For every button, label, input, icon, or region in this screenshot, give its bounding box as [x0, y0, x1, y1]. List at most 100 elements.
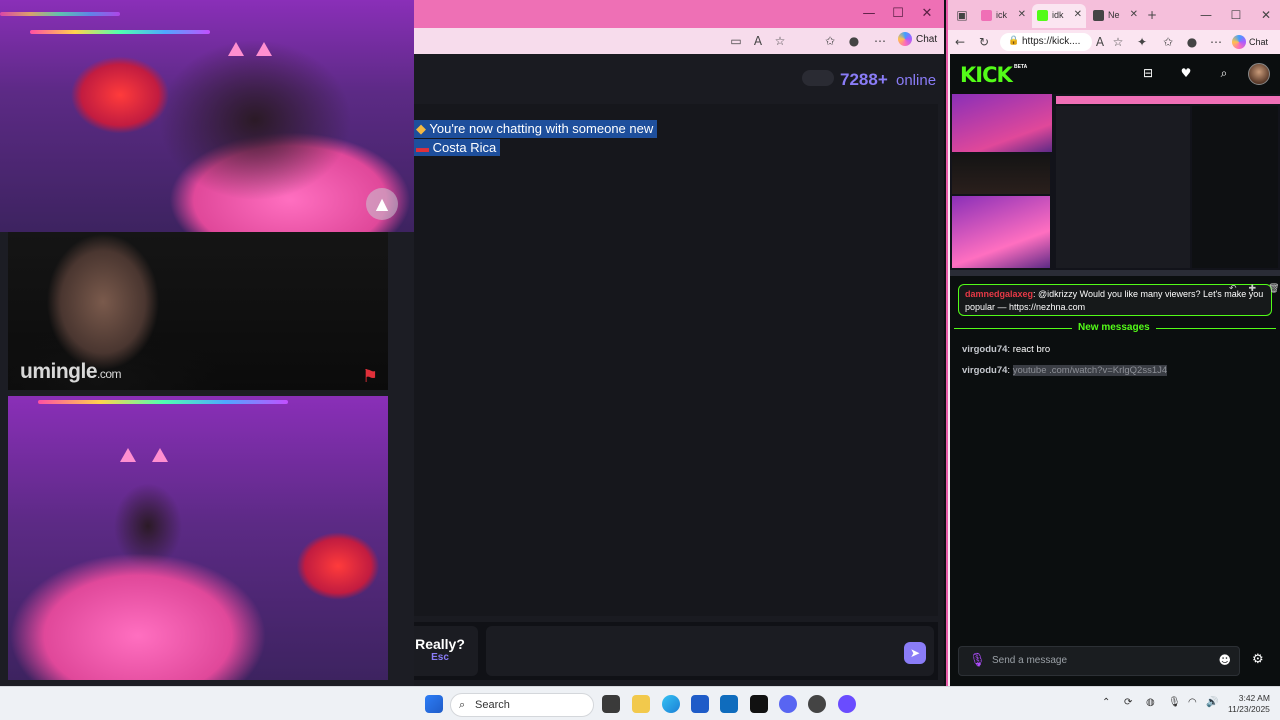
app-icon[interactable]	[808, 695, 826, 713]
led-strip	[0, 12, 120, 16]
chat-text: react bro	[1012, 344, 1051, 355]
report-flag-icon[interactable]: ⚑	[362, 366, 378, 387]
kick-logo[interactable]: KICK	[960, 63, 1013, 87]
outlook-icon[interactable]	[720, 695, 738, 713]
pinned-message: damnedgalaxeg: @idkrizzy Would you like …	[958, 283, 1280, 316]
stranger-video: umingle.com ⚑	[8, 232, 388, 390]
cat-ear	[120, 448, 136, 462]
online-toggle[interactable]	[802, 70, 834, 86]
clock-date: 11/23/2025	[1228, 704, 1270, 714]
emoji-icon[interactable]: ☻	[1218, 653, 1231, 667]
clock[interactable]: 3:42 AM 11/23/2025	[1228, 693, 1270, 715]
wifi-icon[interactable]: ◠	[1188, 697, 1197, 708]
search-icon[interactable]: ⌕	[1216, 66, 1232, 82]
tab-2-active[interactable]: idk ✕	[1032, 4, 1086, 28]
chat-username[interactable]: virgodu74	[962, 344, 1007, 355]
file-explorer-icon[interactable]	[632, 695, 650, 713]
close-tab-icon[interactable]: ✕	[1018, 9, 1026, 20]
favorite-star-icon[interactable]: ☆	[772, 33, 788, 49]
kick-beta-badge: BETA	[1014, 64, 1028, 70]
streamer-camera-overlay: ▲	[0, 0, 414, 232]
stream-thumbnail	[952, 154, 1050, 194]
obs-icon[interactable]	[838, 695, 856, 713]
pinned-username[interactable]: damnedgalaxeg	[965, 289, 1033, 299]
read-aloud-icon[interactable]: A	[1092, 34, 1108, 50]
task-view-icon[interactable]	[602, 695, 620, 713]
send-icon[interactable]: ➤	[904, 642, 926, 664]
favorite-star-icon[interactable]: ☆	[1110, 34, 1126, 50]
minimize-icon[interactable]: —	[860, 6, 878, 22]
copilot-chat-button[interactable]: Chat	[898, 32, 937, 46]
new-tab-icon[interactable]: +	[1144, 7, 1160, 23]
compose-bar: Really? Esc ➤	[398, 622, 938, 680]
undo-icon[interactable]: ↶	[1229, 283, 1237, 296]
avatar[interactable]	[1248, 63, 1270, 85]
chat-message: virgodu74: youtube .com/watch?v=KrlgQ2ss…	[962, 365, 1168, 376]
close-icon[interactable]: ✕	[918, 6, 936, 22]
tab-1[interactable]: ick ✕	[976, 4, 1030, 28]
minimize-icon[interactable]: —	[1198, 7, 1214, 23]
volume-icon[interactable]: 🔊	[1206, 697, 1218, 708]
message-input[interactable]: ➤	[486, 626, 934, 676]
windows-start-icon[interactable]	[425, 695, 443, 713]
profile-icon[interactable]: ●	[846, 33, 862, 49]
send-message-placeholder: Send a message	[992, 655, 1068, 666]
gear-icon[interactable]: ⚙	[1252, 652, 1264, 667]
microphone-icon[interactable]: 🎙	[969, 653, 986, 668]
kick-chat: damnedgalaxeg: @idkrizzy Would you like …	[950, 276, 1280, 686]
copilot-icon	[898, 32, 912, 46]
microphone-tray-icon[interactable]: 🎙	[1168, 697, 1181, 708]
close-icon[interactable]: ✕	[1258, 7, 1274, 23]
tray-app-icon[interactable]: ◍	[1146, 697, 1155, 708]
tab-favicon	[981, 10, 992, 21]
tab-actions-icon[interactable]: ▣	[954, 7, 970, 23]
netflix-icon[interactable]	[750, 695, 768, 713]
pin-icon[interactable]: ✚	[1249, 283, 1257, 296]
tab-label: Ne	[1108, 10, 1120, 20]
url-field[interactable]: 🔒 https://kick....	[1000, 33, 1092, 51]
profile-icon[interactable]: ●	[1184, 34, 1200, 50]
store-icon[interactable]	[691, 695, 709, 713]
cat-ear	[152, 448, 168, 462]
maximize-icon[interactable]: ☐	[1228, 7, 1244, 23]
taskbar-search[interactable]: ⌕ Search	[450, 693, 594, 717]
tab-3[interactable]: Ne ✕	[1088, 4, 1142, 28]
favorites-icon[interactable]: ✩	[822, 33, 838, 49]
audio-icon[interactable]: ▲	[366, 188, 398, 220]
more-menu-icon[interactable]: ⋯	[1208, 34, 1224, 50]
back-icon[interactable]: ←	[952, 34, 968, 50]
more-menu-icon[interactable]: ⋯	[872, 33, 888, 49]
close-tab-icon[interactable]: ✕	[1130, 9, 1138, 20]
chat-separator: :	[1007, 365, 1013, 376]
tray-chevron-icon[interactable]: ⌃	[1102, 697, 1110, 708]
extensions-icon[interactable]: ✦	[1134, 34, 1150, 50]
chat-link[interactable]: youtube .com/watch?v=KrlgQ2ss1J4	[1012, 365, 1168, 376]
close-tab-icon[interactable]: ✕	[1074, 9, 1082, 20]
copilot-chat-button[interactable]: Chat	[1232, 35, 1268, 49]
video-icon[interactable]: ▭	[728, 33, 744, 49]
refresh-icon[interactable]: ↻	[976, 34, 992, 50]
system-message-country: ▬ Costa Rica	[414, 139, 501, 156]
chat-username[interactable]: virgodu74	[962, 365, 1007, 376]
led-strip	[30, 30, 210, 34]
search-icon: ⌕	[459, 698, 466, 711]
send-message-input[interactable]: 🎙 Send a message ☻	[958, 646, 1240, 676]
edge-icon[interactable]	[662, 695, 680, 713]
delete-icon[interactable]: 🗑	[1268, 283, 1279, 296]
maximize-icon[interactable]: ☐	[889, 6, 907, 22]
read-aloud-icon[interactable]: A	[750, 33, 766, 49]
favorites-icon[interactable]: ✩	[1160, 34, 1176, 50]
stream-thumbnail	[952, 196, 1050, 268]
new-messages-label[interactable]: New messages	[1072, 322, 1156, 333]
inbox-icon[interactable]: ⊟	[1140, 66, 1156, 82]
left-browser-window: — ☐ ✕ ▭ A ☆ ✩ ● ⋯ Chat 7288+ online ◆ Yo…	[0, 0, 944, 686]
taskbar-search-label: Search	[475, 699, 510, 711]
online-label: online	[896, 72, 937, 89]
tray-app-icon[interactable]: ⟳	[1124, 697, 1132, 708]
stream-player[interactable]	[950, 94, 1280, 276]
right-browser-window: ▣ ick ✕ idk ✕ Ne ✕ + — ☐ ✕ ← ↻ 🔒 https:/…	[946, 0, 1280, 686]
stream-side-panel	[1192, 106, 1278, 268]
discord-icon[interactable]	[779, 695, 797, 713]
heart-icon[interactable]: ♥	[1178, 66, 1194, 82]
copilot-icon	[1232, 35, 1246, 49]
